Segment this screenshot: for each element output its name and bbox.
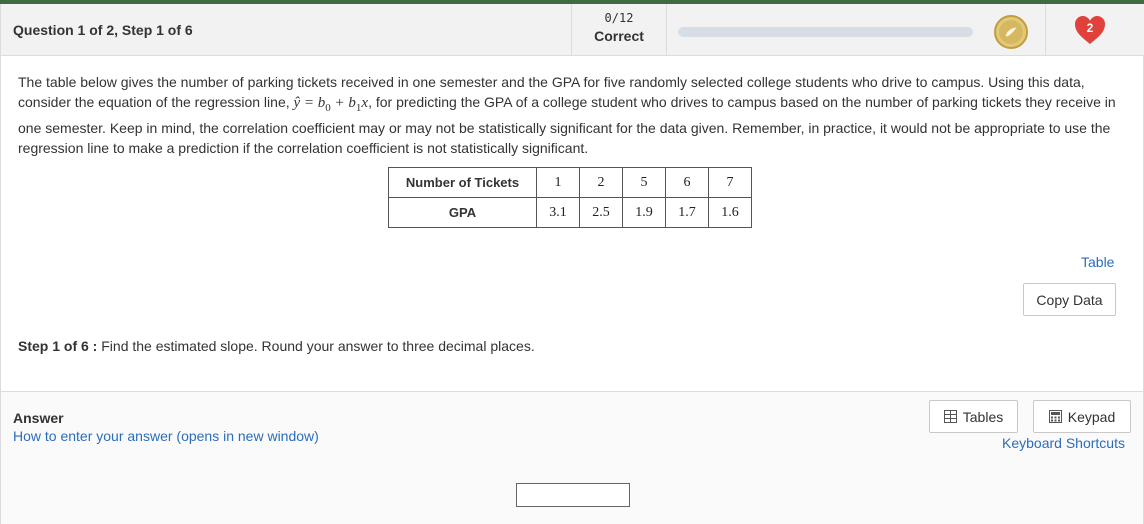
table-cell: 1 xyxy=(536,167,580,198)
table-row: Number of Tickets 1 2 5 6 7 xyxy=(388,167,752,198)
step-instruction: Find the estimated slope. Round your ans… xyxy=(101,338,535,354)
data-table: Number of Tickets 1 2 5 6 7 GPA 3.1 2.5 … xyxy=(388,167,752,228)
hearts-count: 2 xyxy=(1086,21,1094,35)
problem-statement: The table below gives the number of park… xyxy=(18,72,1128,158)
table-cell: 2.5 xyxy=(579,197,623,228)
copy-data-button[interactable]: Copy Data xyxy=(1023,283,1116,316)
table-link[interactable]: Table xyxy=(1081,254,1114,270)
keypad-button[interactable]: Keypad xyxy=(1033,400,1131,433)
table-cell: 1.9 xyxy=(622,197,666,228)
tables-button[interactable]: Tables xyxy=(929,400,1018,433)
regression-equation: ŷ = b0 + b1x xyxy=(293,95,369,114)
table-cell: 6 xyxy=(665,167,709,198)
question-step-label: Question 1 of 2, Step 1 of 6 xyxy=(13,22,193,38)
table-cell: 5 xyxy=(622,167,666,198)
answer-label: Answer xyxy=(13,410,64,426)
table-cell: 3.1 xyxy=(536,197,580,228)
table-cell: 2 xyxy=(579,167,623,198)
row-header-gpa: GPA xyxy=(388,197,537,228)
coin-icon xyxy=(994,15,1028,49)
score-label: Correct xyxy=(594,28,644,44)
table-cell: 1.6 xyxy=(708,197,752,228)
coin-emblem-icon xyxy=(1005,27,1017,37)
answer-area: Answer How to enter your answer (opens i… xyxy=(0,391,1144,524)
table-row: GPA 3.1 2.5 1.9 1.7 1.6 xyxy=(388,197,752,228)
question-content: The table below gives the number of park… xyxy=(0,56,1144,391)
keyboard-shortcuts-link[interactable]: Keyboard Shortcuts xyxy=(1002,435,1125,451)
keypad-icon xyxy=(1048,410,1062,423)
heart-icon: 2 xyxy=(1073,14,1107,46)
table-cell: 7 xyxy=(708,167,752,198)
row-header-tickets: Number of Tickets xyxy=(388,167,537,198)
question-header: Question 1 of 2, Step 1 of 6 0/12 Correc… xyxy=(0,4,1144,56)
header-separator xyxy=(1045,4,1046,56)
progress-bar xyxy=(678,27,973,37)
score-box: 0/12 Correct xyxy=(571,4,667,56)
step-label: Step 1 of 6 : xyxy=(18,338,98,354)
step-prompt: Step 1 of 6 : Find the estimated slope. … xyxy=(18,338,535,354)
keypad-button-label: Keypad xyxy=(1067,408,1116,425)
table-cell: 1.7 xyxy=(665,197,709,228)
answer-input[interactable] xyxy=(516,483,630,507)
score-count: 0/12 xyxy=(604,11,634,25)
tables-button-label: Tables xyxy=(962,408,1004,425)
how-to-enter-answer-link[interactable]: How to enter your answer (opens in new w… xyxy=(13,428,319,444)
table-grid-icon xyxy=(943,410,957,423)
